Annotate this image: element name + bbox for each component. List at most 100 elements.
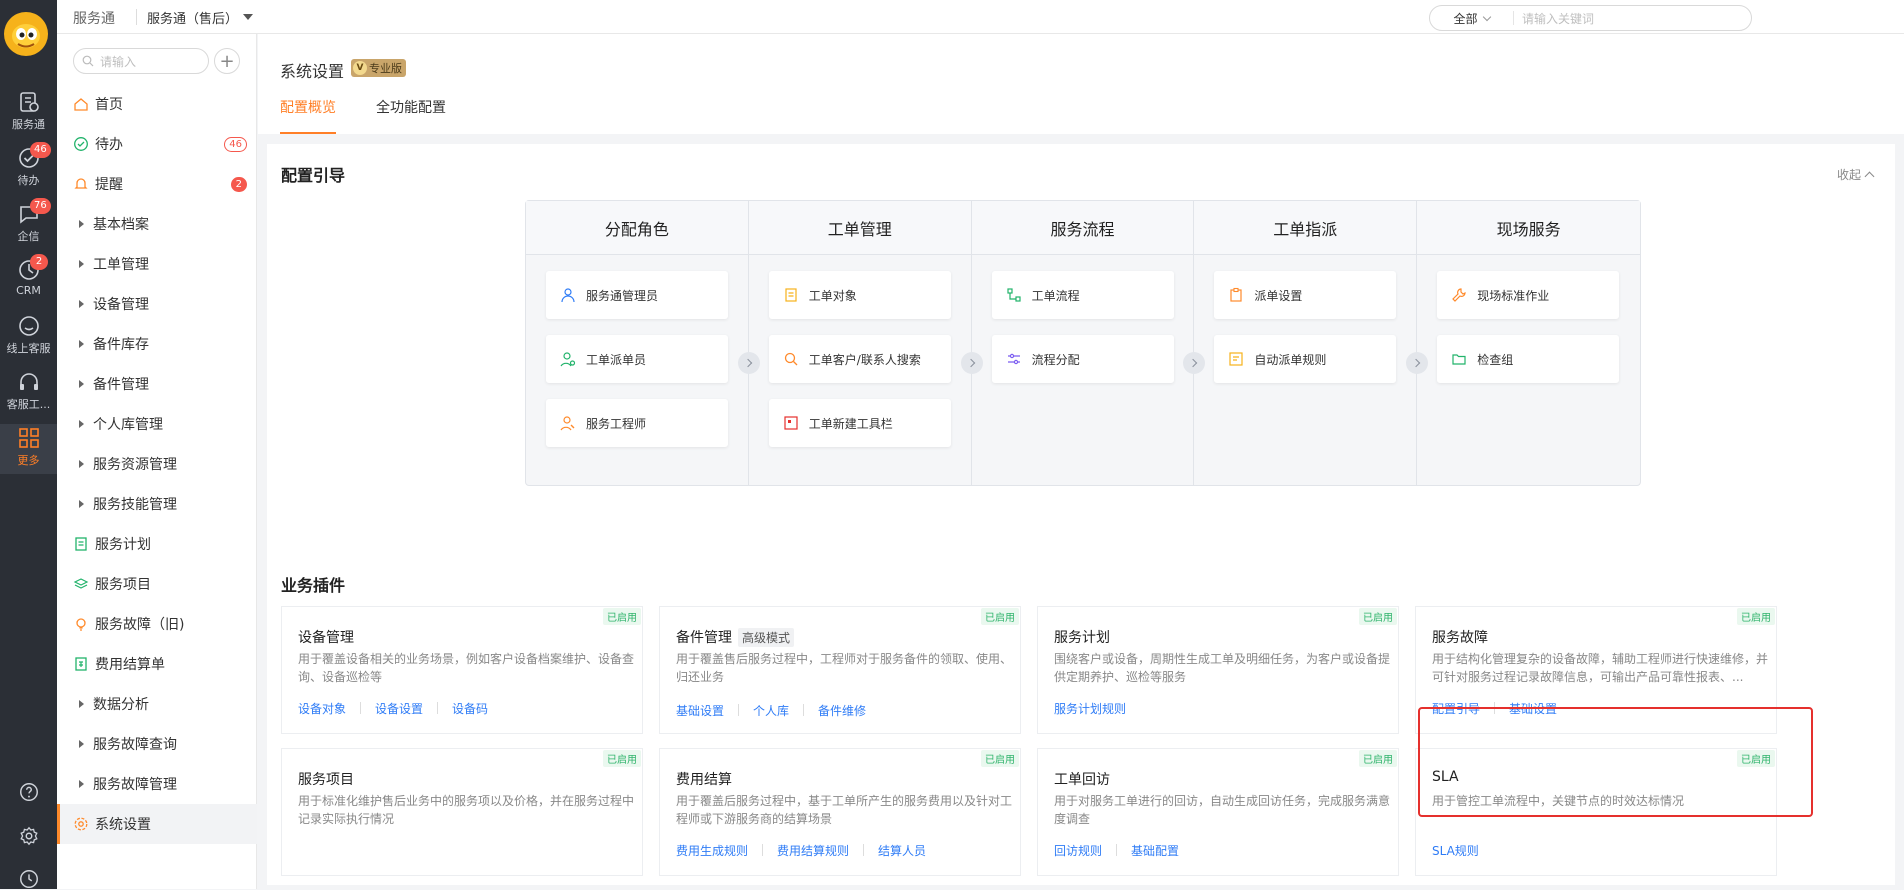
caret-down-icon[interactable] [243, 14, 253, 20]
sidebar-item-parts[interactable]: 备件管理 [57, 364, 257, 404]
flow-column-service-process: 服务流程 工单流程 流程分配 [971, 201, 1206, 485]
sidebar-item-home[interactable]: 首页 [57, 84, 257, 124]
folder-icon [1452, 354, 1466, 365]
add-button[interactable]: + [214, 48, 240, 74]
guide-item-label: 自动派单规则 [1254, 352, 1327, 367]
plugin-link[interactable]: 个人库 [753, 702, 789, 719]
plugin-link[interactable]: 设备设置 [375, 700, 423, 717]
plugin-link[interactable]: 回访规则 [1054, 842, 1102, 859]
rail-item-online-service[interactable]: 线上客服 [0, 314, 57, 366]
plugin-link[interactable]: 备件维修 [818, 702, 866, 719]
plugin-card-service-project[interactable]: 已启用 服务项目 用于标准化维护售后业务中的服务项以及价格，并在服务过程中记录实… [281, 748, 643, 876]
guide-item-label: 检查组 [1477, 352, 1514, 367]
guide-item-contact-search[interactable]: 工单客户/联系人搜索 [768, 335, 951, 383]
sidebar-item-service-skill[interactable]: 服务技能管理 [57, 484, 257, 524]
guide-item-admin[interactable]: 服务通管理员 [546, 271, 728, 319]
guide-item-label: 工单新建工具栏 [808, 416, 893, 431]
enabled-badge: 已启用 [1359, 608, 1397, 625]
sidebar-item-label: 待办 [95, 137, 123, 153]
gear-icon [73, 816, 89, 832]
sidebar-item-service-resource[interactable]: 服务资源管理 [57, 444, 257, 484]
count-badge: 2 [230, 177, 247, 192]
section-title: 配置引导 [281, 166, 346, 185]
guide-item-dispatcher[interactable]: 工单派单员 [546, 335, 728, 383]
sidebar-item-data-analysis[interactable]: 数据分析 [57, 684, 257, 724]
tab-config-overview[interactable]: 配置概览 [280, 98, 336, 134]
sidebar-item-fault-manage[interactable]: 服务故障管理 [57, 764, 257, 804]
help-button[interactable] [0, 781, 57, 803]
guide-item-work-order-flow[interactable]: 工单流程 [991, 271, 1174, 319]
plugin-link[interactable]: SLA规则 [1432, 842, 1479, 859]
more-grid-icon [18, 428, 39, 448]
tab-bar: 配置概览 全功能配置 [280, 98, 486, 134]
enabled-badge: 已启用 [1359, 750, 1397, 767]
plugin-card-parts[interactable]: 已启用 备件管理 高级模式 用于覆盖售后服务过程中，工程师对于服务备件的领取、使用… [659, 606, 1021, 734]
guide-item-standard-work[interactable]: 现场标准作业 [1437, 271, 1620, 319]
guide-item-engineer[interactable]: 服务工程师 [546, 399, 728, 447]
guide-item-auto-dispatch[interactable]: 自动派单规则 [1214, 335, 1397, 383]
plugin-card-device[interactable]: 已启用 设备管理 用于覆盖设备相关的业务场景，例如客户设备档案维护、设备查询、设… [281, 606, 643, 734]
sidebar-item-fault-old[interactable]: 服务故障（旧) [57, 604, 257, 644]
app-selector[interactable]: 服务通（售后） [147, 8, 238, 27]
rail-item-headset[interactable]: 客服工... [0, 370, 57, 422]
guide-item-flow-assign[interactable]: 流程分配 [991, 335, 1174, 383]
settings-button[interactable] [0, 825, 57, 847]
plugin-card-fee-settlement[interactable]: 已启用 费用结算 用于覆盖后服务过程中，基于工单所产生的服务费用以及针对工程师或… [659, 748, 1021, 876]
sidebar-item-label: 基本档案 [93, 217, 149, 233]
rail-item-todo[interactable]: 待办 46 [0, 142, 57, 198]
rail-item-chat[interactable]: 企信 76 [0, 198, 57, 254]
sidebar-item-work-order[interactable]: 工单管理 [57, 244, 257, 284]
tab-all-config[interactable]: 全功能配置 [376, 98, 446, 134]
plugin-desc: 用于对服务工单进行的回访，自动生成回访任务，完成服务满意度调查 [1054, 794, 1391, 826]
sidebar-item-todo[interactable]: 待办 46 [57, 124, 257, 164]
sidebar-item-fault-query[interactable]: 服务故障查询 [57, 724, 257, 764]
rail-item-service[interactable]: 服务通 [0, 90, 57, 142]
help-icon [19, 783, 38, 801]
guide-item-label: 流程分配 [1031, 352, 1080, 367]
search-input[interactable]: 请输入关键词 [1514, 10, 1594, 27]
plugin-link[interactable]: 设备对象 [298, 700, 346, 717]
sidebar-item-service-project[interactable]: 服务项目 [57, 564, 257, 604]
guide-item-label: 工单流程 [1031, 288, 1080, 303]
history-button[interactable] [0, 868, 57, 890]
expand-icon [79, 260, 84, 268]
rail-item-crm[interactable]: CRM 2 [0, 254, 57, 310]
plugin-link[interactable]: 服务计划规则 [1054, 700, 1126, 717]
sidebar-item-reminder[interactable]: 提醒 2 [57, 164, 257, 204]
pro-edition-badge: V 专业版 [351, 59, 406, 77]
sidebar-item-basic-archive[interactable]: 基本档案 [57, 204, 257, 244]
search-scope-select[interactable]: 全部 [1430, 11, 1514, 26]
rail-item-more[interactable]: 更多 [0, 424, 57, 474]
expand-icon [79, 300, 84, 308]
sidebar-search-input[interactable]: 请输入 [73, 48, 209, 74]
sidebar-item-service-plan[interactable]: 服务计划 [57, 524, 257, 564]
app-logo[interactable] [4, 12, 48, 56]
plugin-link[interactable]: 基础配置 [1131, 842, 1179, 859]
count-badge: 46 [224, 137, 247, 152]
plugin-card-revisit[interactable]: 已启用 工单回访 用于对服务工单进行的回访，自动生成回访任务，完成服务满意度调查… [1037, 748, 1399, 876]
plugin-link[interactable]: 结算人员 [878, 842, 926, 859]
sidebar-item-parts-stock[interactable]: 备件库存 [57, 324, 257, 364]
guide-item-work-order-object[interactable]: 工单对象 [768, 271, 951, 319]
collapse-button[interactable]: 收起 [1837, 166, 1875, 183]
plugin-link[interactable]: 费用结算规则 [777, 842, 849, 859]
sidebar-item-fee-statement[interactable]: 费用结算单 [57, 644, 257, 684]
sidebar-item-label: 个人库管理 [93, 417, 163, 433]
global-search[interactable]: 全部 请输入关键词 [1429, 5, 1752, 31]
sidebar-item-device[interactable]: 设备管理 [57, 284, 257, 324]
sidebar-item-system-settings[interactable]: 系统设置 [57, 804, 257, 844]
guide-item-toolbar[interactable]: 工单新建工具栏 [768, 399, 951, 447]
plugin-card-service-plan[interactable]: 已启用 服务计划 围绕客户或设备，周期性生成工单及明细任务，为客户或设备提供定期… [1037, 606, 1399, 734]
plugin-link[interactable]: 设备码 [452, 700, 488, 717]
plugin-title: 设备管理 [298, 630, 354, 646]
plugin-link[interactable]: 费用生成规则 [676, 842, 748, 859]
guide-item-dispatch-settings[interactable]: 派单设置 [1214, 271, 1397, 319]
guide-item-check-group[interactable]: 检查组 [1437, 335, 1620, 383]
service-icon [19, 92, 39, 112]
sidebar-item-label: 服务计划 [95, 537, 151, 553]
sidebar-item-label: 服务资源管理 [93, 457, 177, 473]
check-circle-icon [73, 136, 89, 152]
sidebar-item-personal-stock[interactable]: 个人库管理 [57, 404, 257, 444]
plugin-link[interactable]: 基础设置 [676, 702, 724, 719]
expand-icon [79, 500, 84, 508]
